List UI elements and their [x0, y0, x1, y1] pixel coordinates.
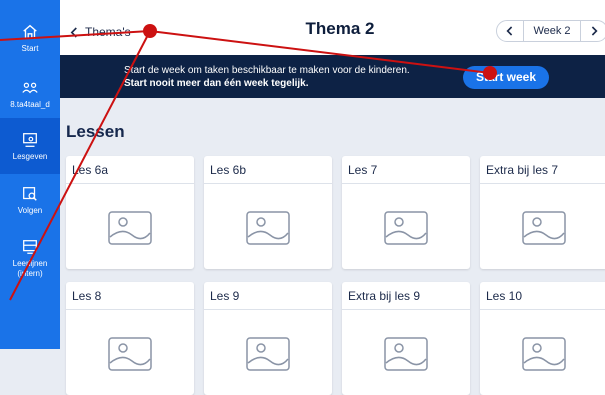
image-placeholder-icon [108, 337, 152, 371]
card-divider [480, 183, 605, 184]
sidebar-item-group[interactable]: 8.ta4taal_d [0, 66, 60, 122]
lesson-card-title: Les 7 [348, 163, 378, 177]
start-week-button[interactable]: Start week [463, 66, 549, 89]
back-to-themes-link[interactable]: Thema's [70, 23, 131, 41]
lesson-card-title: Les 6a [72, 163, 109, 177]
start-week-banner: Start de week om taken beschikbaar te ma… [60, 55, 605, 98]
image-placeholder-icon [108, 211, 152, 245]
card-divider [342, 309, 470, 310]
page-title: Thema 2 [305, 19, 375, 38]
card-divider [480, 309, 605, 310]
image-placeholder-icon [384, 211, 428, 245]
lesson-card[interactable]: Les 9 [204, 282, 332, 395]
card-divider [342, 183, 470, 184]
back-link-label: Thema's [85, 25, 131, 39]
lesson-card[interactable]: Les 8 [66, 282, 194, 395]
chevron-right-icon [591, 26, 598, 36]
sidebar-item-leerlijnen[interactable]: Leerlijnen (intern) [0, 226, 60, 290]
sidebar-item-start[interactable]: Start [0, 10, 60, 66]
card-divider [66, 183, 194, 184]
chevron-left-icon [506, 26, 513, 36]
sidebar-item-label: Volgen [17, 205, 43, 215]
sidebar-item-lesgeven[interactable]: Lesgeven [0, 118, 60, 174]
image-placeholder-icon [522, 337, 566, 371]
lesson-card[interactable]: Les 6b [204, 156, 332, 269]
image-placeholder-icon [522, 211, 566, 245]
week-label: Week 2 [523, 21, 581, 41]
image-placeholder-icon [246, 337, 290, 371]
lesson-card[interactable]: Extra bij les 9 [342, 282, 470, 395]
sidebar-item-label: Leerlijnen (intern) [12, 258, 48, 278]
teach-icon [23, 132, 37, 147]
lesson-card[interactable]: Extra bij les 7 [480, 156, 605, 269]
card-divider [204, 183, 332, 184]
next-week-button[interactable] [581, 21, 605, 41]
card-divider [204, 309, 332, 310]
group-icon [22, 82, 38, 93]
track-icon [23, 186, 37, 201]
lesson-card-title: Extra bij les 7 [486, 163, 559, 177]
chevron-left-icon [70, 26, 77, 38]
banner-message: Start de week om taken beschikbaar te ma… [124, 64, 469, 90]
banner-line-2: Start nooit meer dan één week tegelijk. [124, 78, 309, 89]
card-divider [66, 309, 194, 310]
sidebar-item-label: Start [21, 43, 39, 53]
lessons-heading: Lessen [66, 122, 125, 141]
banner-line-1: Start de week om taken beschikbaar te ma… [124, 65, 410, 76]
lesson-card[interactable]: Les 7 [342, 156, 470, 269]
lesson-card-title: Extra bij les 9 [348, 289, 421, 303]
learning-lines-icon [23, 239, 37, 254]
lesson-card-title: Les 9 [210, 289, 240, 303]
previous-week-button[interactable] [497, 21, 523, 41]
lesson-card[interactable]: Les 6a [66, 156, 194, 269]
header: Thema's Thema 2 Week 2 [60, 0, 605, 55]
image-placeholder-icon [246, 211, 290, 245]
home-icon [23, 24, 37, 39]
lesson-card-title: Les 10 [486, 289, 523, 303]
lesson-card-title: Les 6b [210, 163, 247, 177]
sidebar: Start 8.ta4taal_d Lesgeven Volgen Leerli… [0, 0, 60, 349]
lesson-card-title: Les 8 [72, 289, 102, 303]
week-navigator: Week 2 [496, 20, 605, 42]
lesson-card[interactable]: Les 10 [480, 282, 605, 395]
sidebar-item-label: Lesgeven [12, 151, 48, 161]
sidebar-item-label: 8.ta4taal_d [10, 99, 50, 109]
image-placeholder-icon [384, 337, 428, 371]
sidebar-item-volgen[interactable]: Volgen [0, 172, 60, 228]
